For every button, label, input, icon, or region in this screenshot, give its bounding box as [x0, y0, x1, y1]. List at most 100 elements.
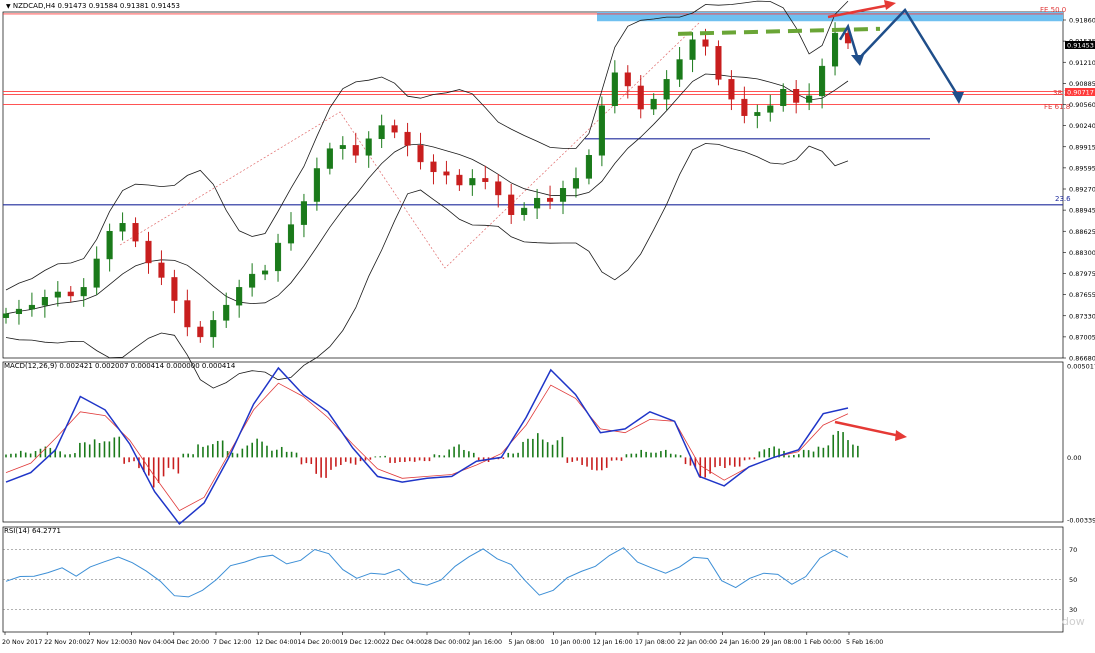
- panel-frames: [2, 11, 1064, 633]
- candle-body-38: [495, 181, 502, 196]
- time-tick-label-15: 17 Jan 08:00: [635, 639, 675, 646]
- candle-body-57: [741, 98, 748, 116]
- candle-body-13: [171, 277, 178, 301]
- candle-body-15: [197, 326, 204, 338]
- macd-panel: 0.005017 0.00 -0.003399: [5, 363, 1095, 525]
- candle-body-35: [456, 174, 463, 186]
- macd-tick-label-1: 0.00: [1067, 454, 1081, 462]
- candle-body-24: [313, 168, 320, 202]
- price-tick-label-8: 0.89270: [1069, 186, 1095, 194]
- rsi-line: [5, 547, 849, 598]
- price-tick-label-11: 0.88300: [1069, 249, 1095, 257]
- candle-body-48: [624, 72, 631, 87]
- time-tick-label-4: 4 Dec 20:00: [171, 639, 209, 646]
- price-tick-label-16: 0.86680: [1069, 355, 1095, 363]
- candle-body-42: [547, 197, 554, 202]
- candle-body-10: [132, 223, 139, 242]
- macd-signal-line: [5, 382, 849, 512]
- candle-body-2: [28, 304, 35, 310]
- rsi-tick-label-2: 30: [1069, 606, 1077, 614]
- candle-body-56: [728, 79, 735, 100]
- price-tick-label-3: 0.90885: [1069, 80, 1095, 88]
- candle-body-28: [365, 138, 372, 156]
- time-tick-label-20: 5 Feb 16:00: [846, 639, 883, 646]
- candle-body-46: [598, 105, 605, 156]
- time-tick-label-5: 7 Dec 12:00: [213, 639, 251, 646]
- forecast-arrowhead-mid: [851, 55, 864, 66]
- rsi-caption: RSI(14) 64.2771: [4, 527, 61, 535]
- red-trend-arrow-macd: [834, 420, 901, 438]
- macd-tick-label-0: 0.005017: [1067, 363, 1095, 371]
- candle-body-19: [249, 273, 256, 288]
- candle-body-54: [702, 39, 709, 47]
- rsi-tick-label-0: 70: [1069, 546, 1077, 554]
- candle-body-60: [780, 89, 787, 107]
- current-price-label: 0.91453: [1067, 42, 1094, 50]
- candle-body-4: [54, 291, 61, 298]
- candle-body-33: [430, 161, 437, 173]
- chart-header: ▼ NZDCAD,H4 0.91473 0.91584 0.91381 0.91…: [6, 2, 180, 10]
- time-axis: 20 Nov 2017 22 Nov 20:00 27 Nov 12:00 30 No…: [2, 632, 883, 646]
- candle-body-29: [378, 125, 385, 140]
- price-tick-label-0: 0.91860: [1069, 17, 1095, 25]
- candle-body-37: [482, 178, 489, 182]
- horizontal-levels: [3, 13, 1063, 269]
- candle-body-12: [158, 262, 165, 278]
- candle-body-45: [585, 155, 592, 179]
- candle-body-18: [236, 287, 243, 306]
- candle-body-58: [754, 112, 761, 116]
- candle-body-14: [184, 300, 191, 328]
- price-tick-label-15: 0.87005: [1069, 333, 1095, 341]
- red-arrowhead-price: [884, 0, 896, 10]
- fe-618-label: FE 61.8: [1044, 103, 1071, 111]
- time-tick-label-19: 1 Feb 00:00: [804, 639, 841, 646]
- candle-body-49: [637, 85, 644, 110]
- time-tick-label-14: 12 Jan 16:00: [593, 639, 633, 646]
- time-tick-label-12: 5 Jan 08:00: [508, 639, 544, 646]
- time-tick-label-2: 27 Nov 12:00: [86, 639, 128, 646]
- rsi-panel: 70 50 30: [3, 546, 1077, 614]
- red-arrowhead-macd: [895, 430, 907, 441]
- price-tick-label-14: 0.87330: [1069, 312, 1095, 320]
- candle-body-5: [67, 291, 74, 297]
- candle-body-17: [223, 304, 230, 321]
- time-tick-label-9: 22 Dec 04:00: [382, 639, 424, 646]
- candle-body-44: [572, 178, 580, 189]
- time-tick-label-8: 19 Dec 12:00: [340, 639, 382, 646]
- rsi-tick-label-1: 50: [1069, 576, 1077, 584]
- bollinger-middle: [5, 73, 849, 315]
- candle-body-47: [611, 72, 618, 107]
- candle-body-59: [767, 105, 774, 113]
- candle-body-63: [819, 65, 826, 97]
- bollinger-lower: [5, 143, 849, 389]
- time-tick-label-13: 10 Jan 00:00: [551, 639, 591, 646]
- time-tick-label-0: 20 Nov 2017: [2, 639, 42, 646]
- candle-body-30: [391, 125, 398, 133]
- candle-body-39: [508, 194, 515, 215]
- price-tick-label-7: 0.89595: [1069, 164, 1095, 172]
- candle-body-41: [534, 197, 541, 209]
- candle-body-50: [650, 98, 657, 110]
- time-tick-label-3: 30 Nov 04:00: [129, 639, 171, 646]
- candle-body-36: [469, 178, 476, 186]
- candle-body-27: [352, 145, 359, 156]
- candle-body-1: [15, 308, 23, 315]
- candle-body-34: [443, 171, 450, 176]
- candle-body-3: [41, 297, 48, 306]
- candle-body-8: [106, 230, 113, 260]
- candle-body-31: [404, 131, 411, 146]
- price-tick-label-13: 0.87655: [1069, 291, 1095, 299]
- price-tick-label-12: 0.87975: [1069, 270, 1095, 278]
- symbol-caption: NZDCAD,H4: [12, 2, 56, 10]
- candle-body-53: [689, 39, 696, 60]
- candle-body-21: [274, 242, 282, 272]
- fib-236-label: 23.6: [1055, 195, 1071, 203]
- symbol-dropdown-icon[interactable]: ▼: [6, 3, 11, 10]
- candlesticks: [2, 22, 852, 348]
- chart-window: 0.005017 0.00 -0.003399 70 50 30 0.91860 0.91…: [0, 0, 1095, 649]
- candle-body-55: [715, 46, 722, 80]
- price-panel-frame: [2, 11, 1064, 359]
- fe-50-label: FE 50.0: [1040, 6, 1067, 14]
- time-tick-label-10: 28 Dec 00:00: [424, 639, 466, 646]
- candle-body-52: [676, 59, 683, 80]
